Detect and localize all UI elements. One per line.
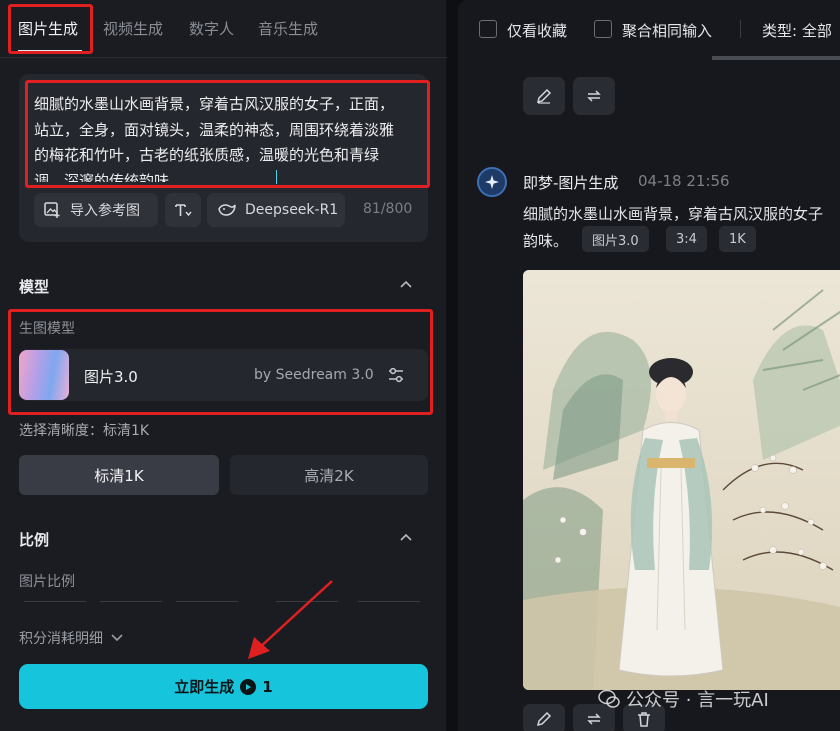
edit-button[interactable] [523,77,565,115]
generate-cost: 1 [262,677,273,696]
ratio-section-title: 比例 [19,531,50,549]
deepseek-button[interactable]: Deepseek-R1 [207,193,345,227]
text-format-icon [175,204,192,217]
edit-button[interactable] [523,704,565,731]
type-filter[interactable]: 类型: 全部 [762,20,832,41]
message-prompt-line: 韵味。 [523,232,569,250]
pencil-icon [536,88,552,104]
regenerate-button[interactable] [573,77,615,115]
resolution-2k-button[interactable]: 高清2K [230,455,428,495]
generate-button[interactable]: 立即生成 1 [19,664,428,709]
trash-icon [638,712,650,727]
ink-painting-image [523,270,840,690]
model-name: 图片3.0 [84,368,138,386]
watermark: 公众号 · 言一玩AI [598,686,769,712]
repeat-icon [587,713,601,725]
resolution-label: 选择清晰度：标清1K [19,423,150,439]
chevron-down-icon [111,634,123,642]
cost-details-toggle[interactable]: 积分消耗明细 [19,628,123,648]
repeat-icon [587,90,601,102]
mode-tabs: 图片生成 视频生成 数字人 音乐生成 [0,0,447,58]
text-caret [276,170,277,184]
toolbar-divider [740,20,741,38]
ratio-option-divider [176,601,238,602]
annotation-arrow [248,580,333,659]
tab-image-generation[interactable]: 图片生成 [18,18,78,39]
ratio-option-divider [100,601,162,602]
cost-details-label: 积分消耗明细 [19,631,103,647]
ratio-option-divider [358,601,420,602]
deepseek-label: Deepseek-R1 [245,202,339,218]
pencil-icon [536,711,552,727]
char-counter: 81/800 [363,201,413,217]
left-panel: 图片生成 视频生成 数字人 音乐生成 细腻的水墨山水画背景，穿着古风汉服的女子，… [0,0,447,731]
image-add-icon [44,202,60,218]
generated-image[interactable] [523,270,840,690]
resolution-tag: 1K [719,226,756,252]
assistant-avatar [477,167,507,197]
model-thumbnail [19,350,69,400]
import-reference-button[interactable]: 导入参考图 [34,193,158,227]
horizontal-scrollbar[interactable] [712,56,840,60]
favorites-only-label: 仅看收藏 [507,22,568,40]
ratio-label: 图片比例 [19,574,75,590]
tab-music-generation[interactable]: 音乐生成 [258,18,318,39]
resolution-1k-button[interactable]: 标清1K [19,455,219,495]
sparkle-icon [485,175,499,189]
whale-icon [218,204,236,216]
sender-name: 即梦-图片生成 [523,174,619,192]
wechat-icon [598,689,620,708]
text-format-button[interactable] [165,193,201,227]
results-panel: 仅看收藏 聚合相同输入 类型: 全部 即梦-图片生成 04-18 21:56 细… [458,0,840,731]
tab-video-generation[interactable]: 视频生成 [103,18,163,39]
ratio-option-divider [24,601,86,602]
ratio-tag: 3:4 [666,226,707,252]
settings-sliders-icon[interactable] [386,365,406,385]
generate-label: 立即生成 [174,678,235,696]
active-tab-indicator [18,50,82,52]
results-toolbar: 仅看收藏 聚合相同输入 类型: 全部 [458,0,840,58]
merge-inputs-checkbox[interactable] [594,20,612,38]
chevron-up-icon[interactable] [400,533,412,541]
model-tag: 图片3.0 [582,226,649,252]
favorites-only-checkbox[interactable] [479,20,497,38]
prompt-input[interactable]: 细腻的水墨山水画背景，穿着古风汉服的女子，正面，站立，全身，面对镜头，温柔的神态… [34,92,394,182]
chevron-up-icon[interactable] [400,280,412,288]
message-timestamp: 04-18 21:56 [638,172,730,190]
import-reference-label: 导入参考图 [70,203,140,219]
model-provider: by Seedream 3.0 [254,367,374,383]
watermark-text: 公众号 · 言一玩AI [626,690,769,711]
credit-icon [240,678,257,695]
tab-digital-human[interactable]: 数字人 [189,18,234,39]
model-section-title: 模型 [19,278,50,296]
image-model-label: 生图模型 [19,321,75,337]
merge-inputs-label: 聚合相同输入 [622,22,713,40]
message-prompt-line: 细腻的水墨山水画背景，穿着古风汉服的女子 [523,205,824,223]
